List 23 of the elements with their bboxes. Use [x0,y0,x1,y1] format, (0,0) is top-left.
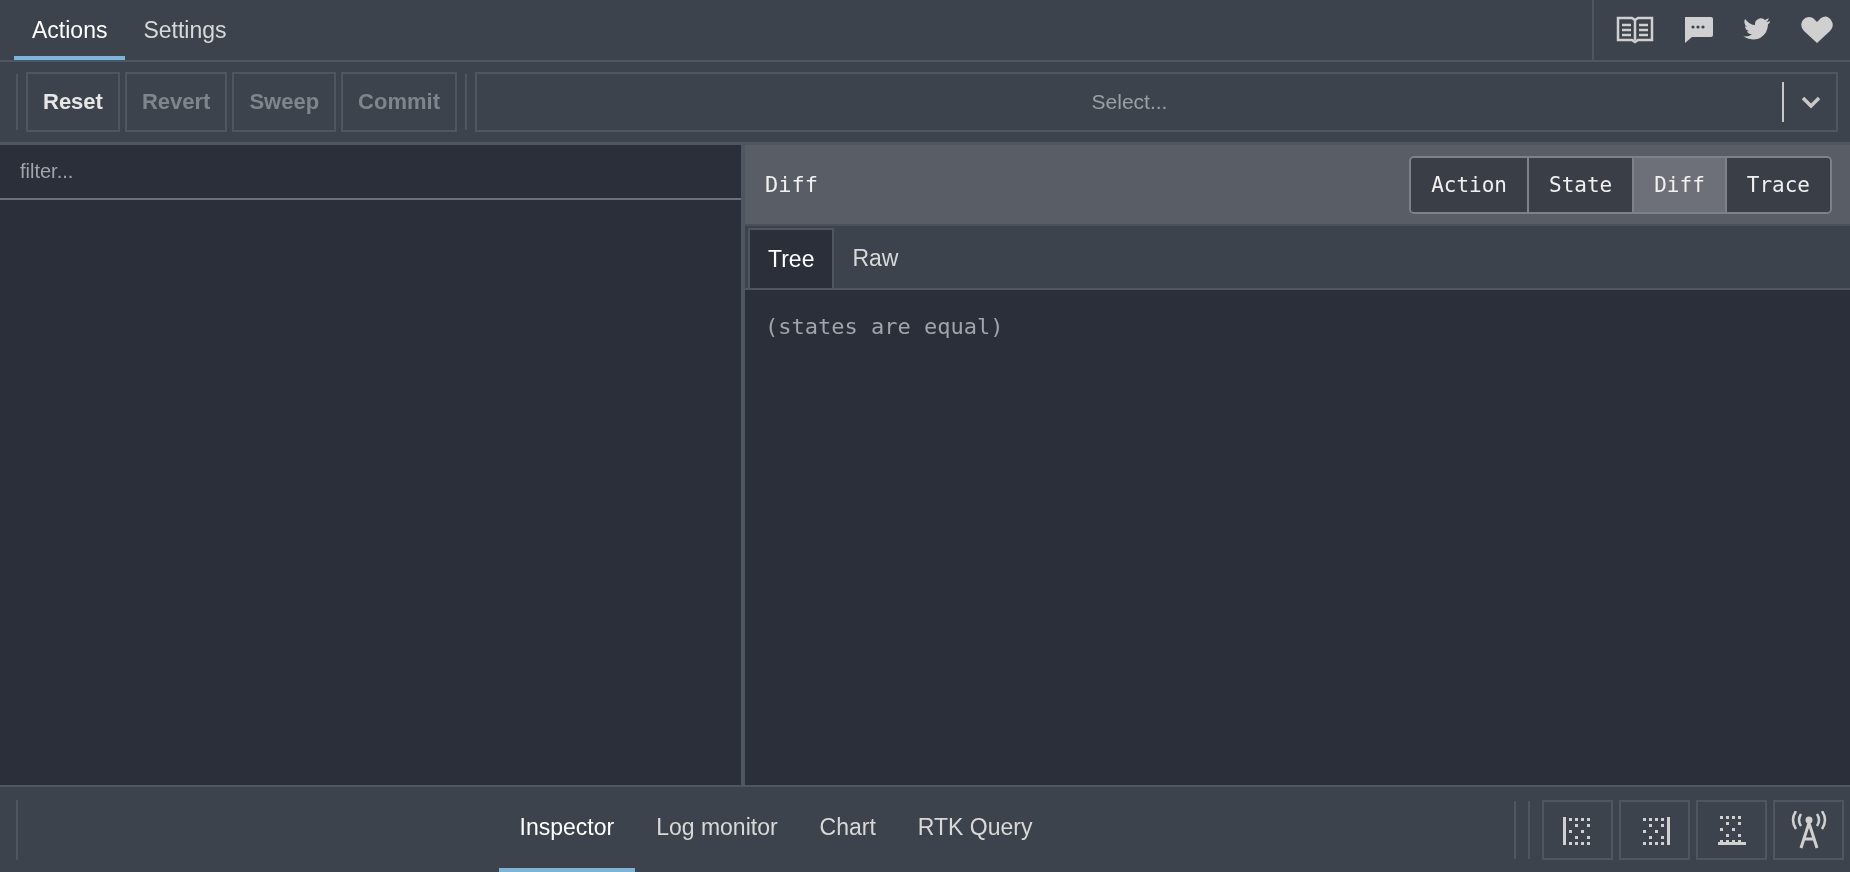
monitor-tab[interactable]: RTK Query [896,787,1054,872]
sub-tab[interactable]: Tree [748,228,835,288]
antenna-button[interactable] [1773,799,1844,860]
view-tab[interactable]: Diff [1632,157,1725,212]
dock-bottom-button[interactable] [1696,799,1767,860]
monitor-tab[interactable]: Inspector [498,787,636,872]
view-tab[interactable]: State [1527,157,1633,212]
monitor-tab[interactable]: Chart [798,787,897,872]
heart-icon[interactable] [1800,15,1834,45]
book-icon[interactable] [1616,15,1654,45]
select-dropdown[interactable]: Select... [475,72,1838,132]
sub-tab[interactable]: Raw [834,228,917,288]
empty-message: (states are equal) [765,314,1004,339]
dock-right-button[interactable] [1619,799,1690,860]
chevron-down-icon [1800,95,1822,109]
monitor-tab[interactable]: Log monitor [635,787,799,872]
view-tab[interactable]: Trace [1724,157,1830,212]
panel-title: Diff [765,172,819,197]
toolbar-button[interactable]: Reset [26,72,120,132]
chat-icon[interactable] [1682,15,1714,45]
view-tab[interactable]: Action [1411,157,1527,212]
nav-tab[interactable]: Settings [125,4,245,60]
dock-left-button[interactable] [1542,799,1613,860]
